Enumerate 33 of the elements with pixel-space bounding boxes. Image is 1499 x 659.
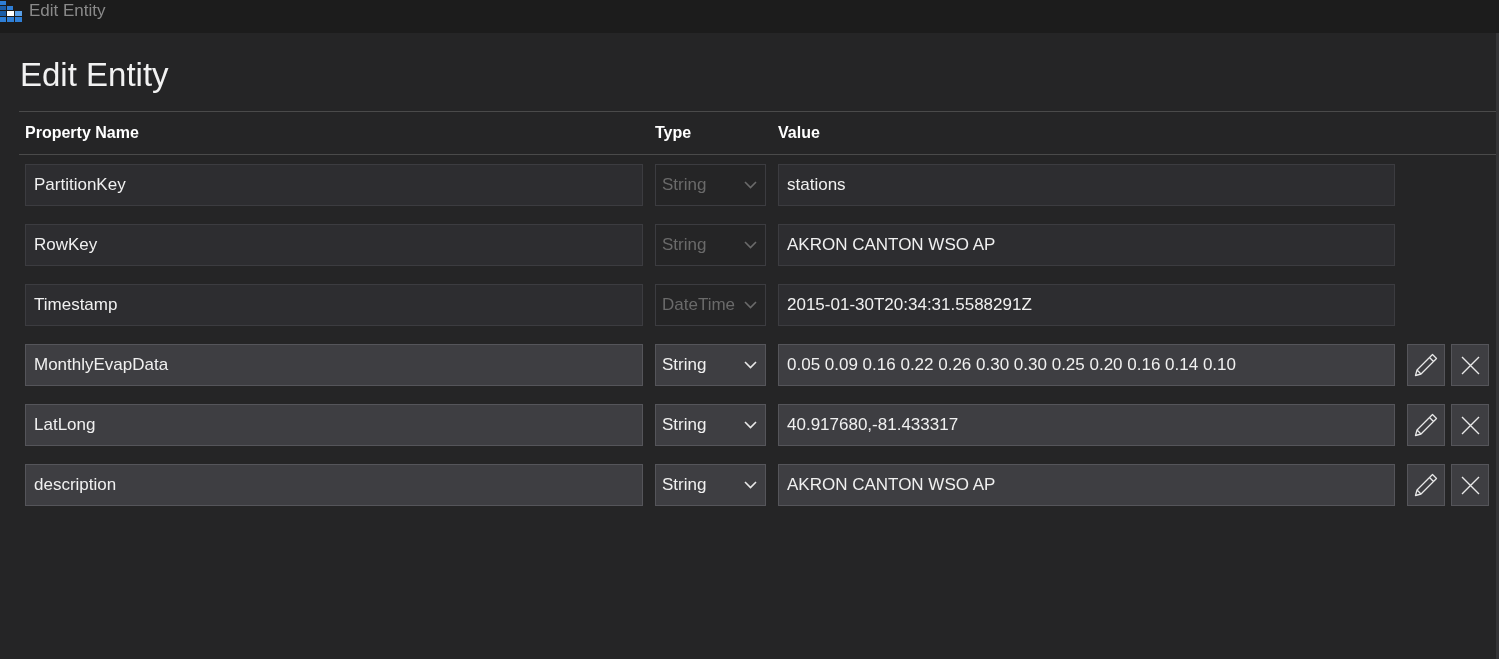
close-icon <box>1460 355 1480 375</box>
property-name-field[interactable]: description <box>25 464 643 506</box>
chevron-down-icon <box>744 181 757 189</box>
pencil-icon <box>1414 353 1438 377</box>
delete-button[interactable] <box>1451 344 1489 386</box>
value-field[interactable]: 0.05 0.09 0.16 0.22 0.26 0.30 0.30 0.25 0.20 0.16 0.14 0.10 <box>778 344 1395 386</box>
chevron-down-icon <box>744 481 757 489</box>
pencil-icon <box>1414 413 1438 437</box>
edit-button[interactable] <box>1407 404 1445 446</box>
pencil-icon <box>1414 473 1438 497</box>
close-icon <box>1460 415 1480 435</box>
column-header: Value <box>778 124 820 141</box>
value-field[interactable]: 40.917680,-81.433317 <box>778 404 1395 446</box>
type-dropdown[interactable]: String <box>655 464 766 506</box>
chevron-down-icon <box>744 301 757 309</box>
column-header: Property Name <box>25 124 139 141</box>
delete-button[interactable] <box>1451 404 1489 446</box>
column-header: Type <box>655 124 692 141</box>
chevron-down-icon <box>744 241 757 249</box>
property-name-field[interactable]: LatLong <box>25 404 643 446</box>
edit-button[interactable] <box>1407 344 1445 386</box>
chevron-down-icon <box>744 361 757 369</box>
value-field[interactable]: AKRON CANTON WSO AP <box>778 464 1395 506</box>
type-dropdown[interactable]: String <box>655 344 766 386</box>
window-title: Edit Entity <box>29 0 106 22</box>
page-heading: Edit Entity <box>19 55 169 95</box>
type-dropdown[interactable]: String <box>655 404 766 446</box>
chevron-down-icon <box>744 421 757 429</box>
delete-button[interactable] <box>1451 464 1489 506</box>
property-name-field[interactable]: MonthlyEvapData <box>25 344 643 386</box>
edit-button[interactable] <box>1407 464 1445 506</box>
app-icon <box>0 1 22 22</box>
close-icon <box>1460 475 1480 495</box>
